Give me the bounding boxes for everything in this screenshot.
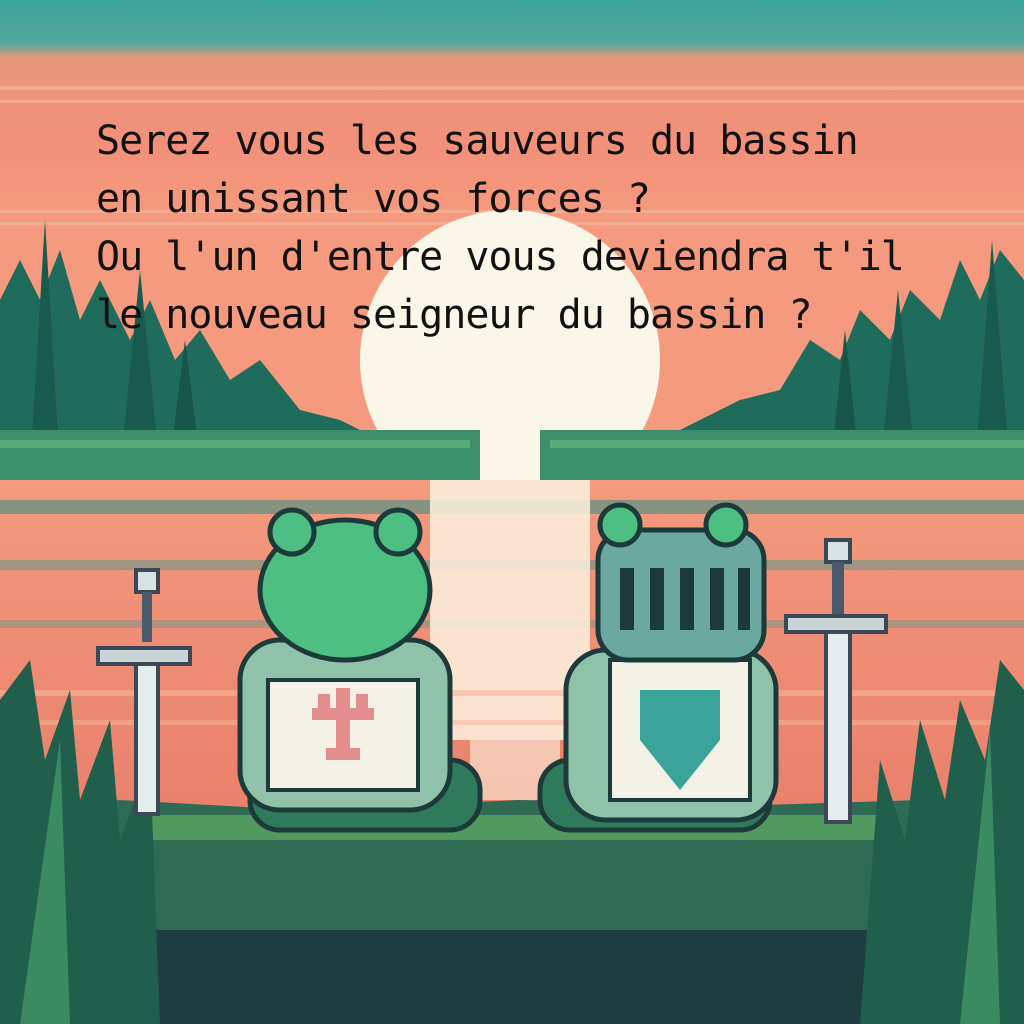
caption-line-3: Ou l'un d'entre vous deviendra t'il (96, 234, 905, 280)
caption-line-2: en unissant vos forces ? (96, 176, 651, 222)
game-scene: Serez vous les sauveurs du bassin en uni… (0, 0, 1024, 1024)
caption-line-1: Serez vous les sauveurs du bassin (96, 118, 859, 164)
caption-text: Serez vous les sauveurs du bassin en uni… (96, 112, 1006, 344)
caption-line-4: le nouveau seigneur du bassin ? (96, 292, 813, 338)
